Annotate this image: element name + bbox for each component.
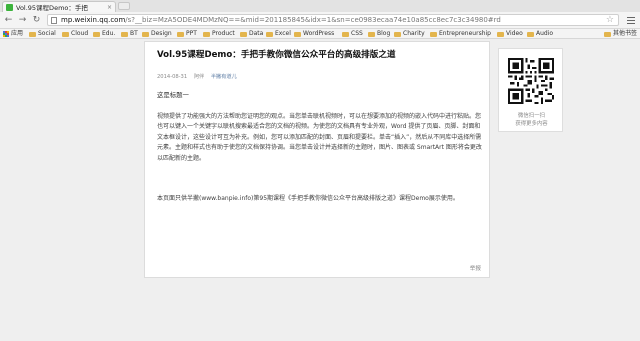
- bookmark-label: Blog: [377, 30, 391, 37]
- folder-icon: [142, 31, 149, 37]
- folder-icon: [527, 31, 534, 37]
- bookmark-folder[interactable]: Edu.: [93, 30, 115, 38]
- bookmark-label: 其他书签: [613, 30, 638, 37]
- folder-icon: [497, 31, 504, 37]
- folder-icon: [29, 31, 36, 37]
- folder-icon: [294, 31, 301, 37]
- wechat-favicon-icon: [6, 3, 13, 11]
- bookmark-label: Audio: [536, 30, 554, 37]
- menu-icon[interactable]: [626, 15, 636, 25]
- bookmark-label: Video: [506, 30, 523, 37]
- bookmark-folder[interactable]: BT: [121, 30, 138, 38]
- bookmark-label: Entrepreneurship: [439, 30, 491, 37]
- folder-icon: [177, 31, 184, 37]
- qrcode-caption: 微信扫一扫: [518, 113, 545, 119]
- bookmark-folder[interactable]: Entrepreneurship: [430, 30, 491, 38]
- bookmark-label: Social: [38, 30, 56, 37]
- article-title: Vol.95课程Demo：手把手教你微信公众平台的高级排版之道: [157, 50, 396, 60]
- forward-button[interactable]: →: [17, 14, 28, 26]
- browser-toolbar: ← → ↻ mp.weixin.qq.com /s?__biz=MzA5ODE4…: [0, 12, 640, 29]
- folder-icon: [266, 31, 273, 37]
- bookmark-star-icon[interactable]: ☆: [606, 15, 614, 25]
- article-meta: 2014-08-31 阿伴 半撇有道儿: [157, 73, 242, 80]
- bookmark-label: Excel: [275, 30, 291, 37]
- qrcode-caption: 获得更多内容: [515, 121, 548, 127]
- bookmark-folder[interactable]: PPT: [177, 30, 197, 38]
- bookmark-label: 应用: [11, 30, 24, 37]
- article-card: Vol.95课程Demo：手把手教你微信公众平台的高级排版之道 2014-08-…: [144, 41, 490, 278]
- bookmark-label: PPT: [186, 30, 197, 37]
- reload-button[interactable]: ↻: [31, 14, 42, 26]
- bookmark-folder[interactable]: Blog: [368, 30, 390, 38]
- report-link[interactable]: 举报: [470, 264, 481, 272]
- bookmark-label: CSS: [351, 30, 363, 37]
- bookmark-folder[interactable]: Excel: [266, 30, 291, 38]
- bookmark-folder[interactable]: Cloud: [62, 30, 88, 38]
- bookmark-label: Design: [151, 30, 172, 37]
- bookmark-label: BT: [130, 30, 138, 37]
- folder-icon: [93, 31, 100, 37]
- folder-icon: [368, 31, 375, 37]
- bookmark-folder[interactable]: Design: [142, 30, 172, 38]
- qrcode-panel: 微信扫一扫 获得更多内容: [498, 48, 563, 132]
- folder-icon: [121, 31, 128, 37]
- folder-icon: [62, 31, 69, 37]
- bookmark-other[interactable]: 其他书签: [604, 30, 637, 38]
- folder-icon: [203, 31, 210, 37]
- bookmark-label: Charity: [403, 30, 425, 37]
- folder-icon: [240, 31, 247, 37]
- article-paragraph: 视频提供了功能强大的方法帮助您证明您的观点。当您单击联机视频时，可以在想要添加的…: [157, 113, 482, 162]
- bookmark-label: Product: [212, 30, 235, 37]
- tab-strip: Vol.95课程Demo：手把 ×: [0, 0, 640, 12]
- bookmark-label: Data: [249, 30, 264, 37]
- bookmarks-bar: 应用 Social Cloud Edu. BT Design PPT Produ…: [0, 29, 640, 39]
- folder-icon: [342, 31, 349, 37]
- bookmark-apps[interactable]: 应用: [3, 30, 23, 38]
- new-tab-button[interactable]: [118, 2, 130, 10]
- folder-icon: [604, 31, 611, 37]
- bookmark-folder[interactable]: Audio: [527, 30, 553, 38]
- folder-icon: [394, 31, 401, 37]
- bookmark-folder[interactable]: CSS: [342, 30, 363, 38]
- bookmark-folder[interactable]: Video: [497, 30, 523, 38]
- account-link[interactable]: 半撇有道儿: [211, 74, 237, 80]
- address-bar[interactable]: mp.weixin.qq.com /s?__biz=MzA5ODE4MDMzNQ…: [47, 14, 619, 26]
- url-host: mp.weixin.qq.com: [61, 16, 126, 24]
- back-button[interactable]: ←: [3, 14, 14, 26]
- bookmark-label: Cloud: [71, 30, 89, 37]
- url-path: /s?__biz=MzA5ODE4MDMzNQ==&mid=201185845&…: [125, 16, 501, 24]
- article-author: 阿伴: [193, 74, 205, 80]
- article-paragraph: 本页面只供半撇(www.banpie.info)第95期课程《手把手教你微信公众…: [157, 195, 459, 202]
- apps-icon: [3, 31, 9, 37]
- page-icon: [51, 16, 57, 24]
- browser-tab[interactable]: Vol.95课程Demo：手把 ×: [2, 1, 116, 12]
- bookmark-folder[interactable]: Charity: [394, 30, 425, 38]
- bookmark-folder[interactable]: Social: [29, 30, 56, 38]
- bookmark-label: Edu.: [102, 30, 116, 37]
- folder-icon: [430, 31, 437, 37]
- qrcode-image: [508, 58, 554, 104]
- bookmark-folder[interactable]: WordPress: [294, 30, 334, 38]
- bookmark-folder[interactable]: Product: [203, 30, 235, 38]
- tab-title: Vol.95课程Demo：手把: [16, 4, 88, 12]
- bookmark-label: WordPress: [303, 30, 335, 37]
- article-date: 2014-08-31: [157, 74, 188, 80]
- tab-close-icon[interactable]: ×: [107, 4, 112, 11]
- bookmark-folder[interactable]: Data: [240, 30, 263, 38]
- section-heading: 这是标题一: [157, 91, 189, 99]
